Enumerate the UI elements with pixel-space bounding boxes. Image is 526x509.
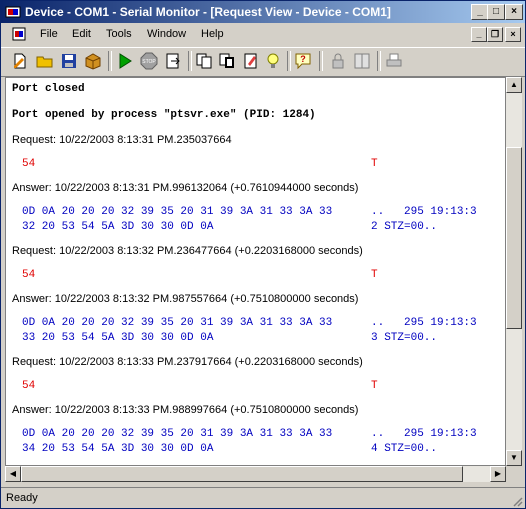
answer-ascii-line: .. 295 19:13:3 (371, 317, 477, 329)
scroll-left-button[interactable]: ◀ (5, 466, 21, 482)
close-button[interactable]: × (505, 4, 523, 20)
serial-monitor-app-icon (5, 6, 21, 18)
answer-hex-line: 0D 0A 20 20 20 32 39 35 20 31 39 3A 31 3… (22, 206, 333, 218)
answer-ascii-line: .. 295 19:13:3 (371, 428, 477, 440)
save-icon[interactable] (60, 52, 78, 70)
copy-icon[interactable] (195, 52, 213, 70)
scroll-down-button[interactable]: ▼ (506, 450, 522, 466)
mdi-restore-button[interactable]: ❐ (487, 27, 503, 42)
answer-ascii-line: .. 295 19:13:3 (371, 206, 477, 218)
scroll-up-button[interactable]: ▲ (506, 77, 522, 93)
toolbar-separator (319, 51, 323, 71)
answer-ascii-line: 2 STZ=00.. (371, 221, 438, 233)
port-closed-message: Port closed (12, 83, 85, 95)
app-window: Device - COM1 - Serial Monitor - [Reques… (0, 0, 526, 509)
answer-hex-line: 34 20 53 54 5A 3D 30 30 0D 0A (22, 443, 214, 455)
toolbar-separator (188, 51, 192, 71)
paste-icon[interactable] (218, 52, 236, 70)
scroll-right-button[interactable]: ▶ (490, 466, 506, 482)
request-label: Request: 10/22/2003 8:13:33 PM.237917664… (12, 356, 363, 368)
window-title: Device - COM1 - Serial Monitor - [Reques… (25, 5, 391, 19)
menu-bar: File Edit Tools Window Help _ ❐ × (1, 23, 525, 46)
toolbar-separator (377, 51, 381, 71)
answer-hex-line: 33 20 53 54 5A 3D 30 30 0D 0A (22, 332, 214, 344)
vertical-scrollbar[interactable]: ▲ ▼ (506, 77, 522, 466)
package-icon[interactable] (84, 52, 102, 70)
request-view[interactable]: Port closed Port opened by process "ptsv… (5, 77, 506, 466)
print-icon[interactable] (385, 52, 403, 70)
answer-hex-line: 0D 0A 20 20 20 32 39 35 20 31 39 3A 31 3… (22, 428, 333, 440)
menu-help[interactable]: Help (201, 28, 224, 40)
request-hex: 54 (22, 380, 36, 392)
request-ascii: T (371, 380, 378, 392)
status-text: Ready (6, 492, 38, 504)
split-icon[interactable] (353, 52, 371, 70)
title-bar[interactable]: Device - COM1 - Serial Monitor - [Reques… (1, 1, 525, 23)
answer-ascii-line: 3 STZ=00.. (371, 332, 438, 344)
svg-text:STOP: STOP (142, 59, 156, 65)
request-hex: 54 (22, 269, 36, 281)
vertical-scroll-thumb[interactable] (506, 147, 522, 329)
maximize-button[interactable]: □ (487, 4, 505, 20)
request-ascii: T (371, 158, 378, 170)
answer-label: Answer: 10/22/2003 8:13:31 PM.996132064 … (12, 182, 359, 194)
menu-window[interactable]: Window (147, 28, 186, 40)
filter-icon[interactable] (264, 52, 282, 70)
document-window-icon[interactable] (11, 26, 27, 42)
request-label: Request: 10/22/2003 8:13:31 PM.235037664 (12, 134, 232, 146)
resize-grip-icon[interactable] (511, 495, 523, 507)
request-label: Request: 10/22/2003 8:13:32 PM.236477664… (12, 245, 363, 257)
menu-file[interactable]: File (40, 28, 58, 40)
status-bar: Ready (1, 487, 525, 509)
mdi-close-button[interactable]: × (505, 27, 521, 42)
horizontal-scrollbar[interactable]: ◀ ▶ (5, 466, 506, 482)
menu-tools[interactable]: Tools (106, 28, 132, 40)
mdi-minimize-button[interactable]: _ (471, 27, 487, 42)
toolbar-separator (108, 51, 112, 71)
toolbar-separator (287, 51, 291, 71)
clear-icon[interactable] (242, 52, 260, 70)
request-hex: 54 (22, 158, 36, 170)
answer-label: Answer: 10/22/2003 8:13:33 PM.988997664 … (12, 404, 359, 416)
open-folder-icon[interactable] (36, 52, 54, 70)
answer-label: Answer: 10/22/2003 8:13:32 PM.987557664 … (12, 293, 359, 305)
svg-text:?: ? (300, 54, 306, 64)
menu-edit[interactable]: Edit (72, 28, 91, 40)
answer-hex-line: 32 20 53 54 5A 3D 30 30 0D 0A (22, 221, 214, 233)
toolbar: STOP ? (1, 47, 525, 77)
horizontal-scroll-thumb[interactable] (21, 466, 463, 482)
request-ascii: T (371, 269, 378, 281)
stop-icon[interactable]: STOP (140, 52, 158, 70)
export-icon[interactable] (164, 52, 182, 70)
help-icon[interactable]: ? (294, 52, 312, 70)
play-icon[interactable] (116, 52, 134, 70)
new-document-icon[interactable] (11, 52, 29, 70)
lock-icon[interactable] (329, 52, 347, 70)
answer-ascii-line: 4 STZ=00.. (371, 443, 438, 455)
port-opened-message: Port opened by process "ptsvr.exe" (PID:… (12, 109, 316, 121)
answer-hex-line: 0D 0A 20 20 20 32 39 35 20 31 39 3A 31 3… (22, 317, 333, 329)
